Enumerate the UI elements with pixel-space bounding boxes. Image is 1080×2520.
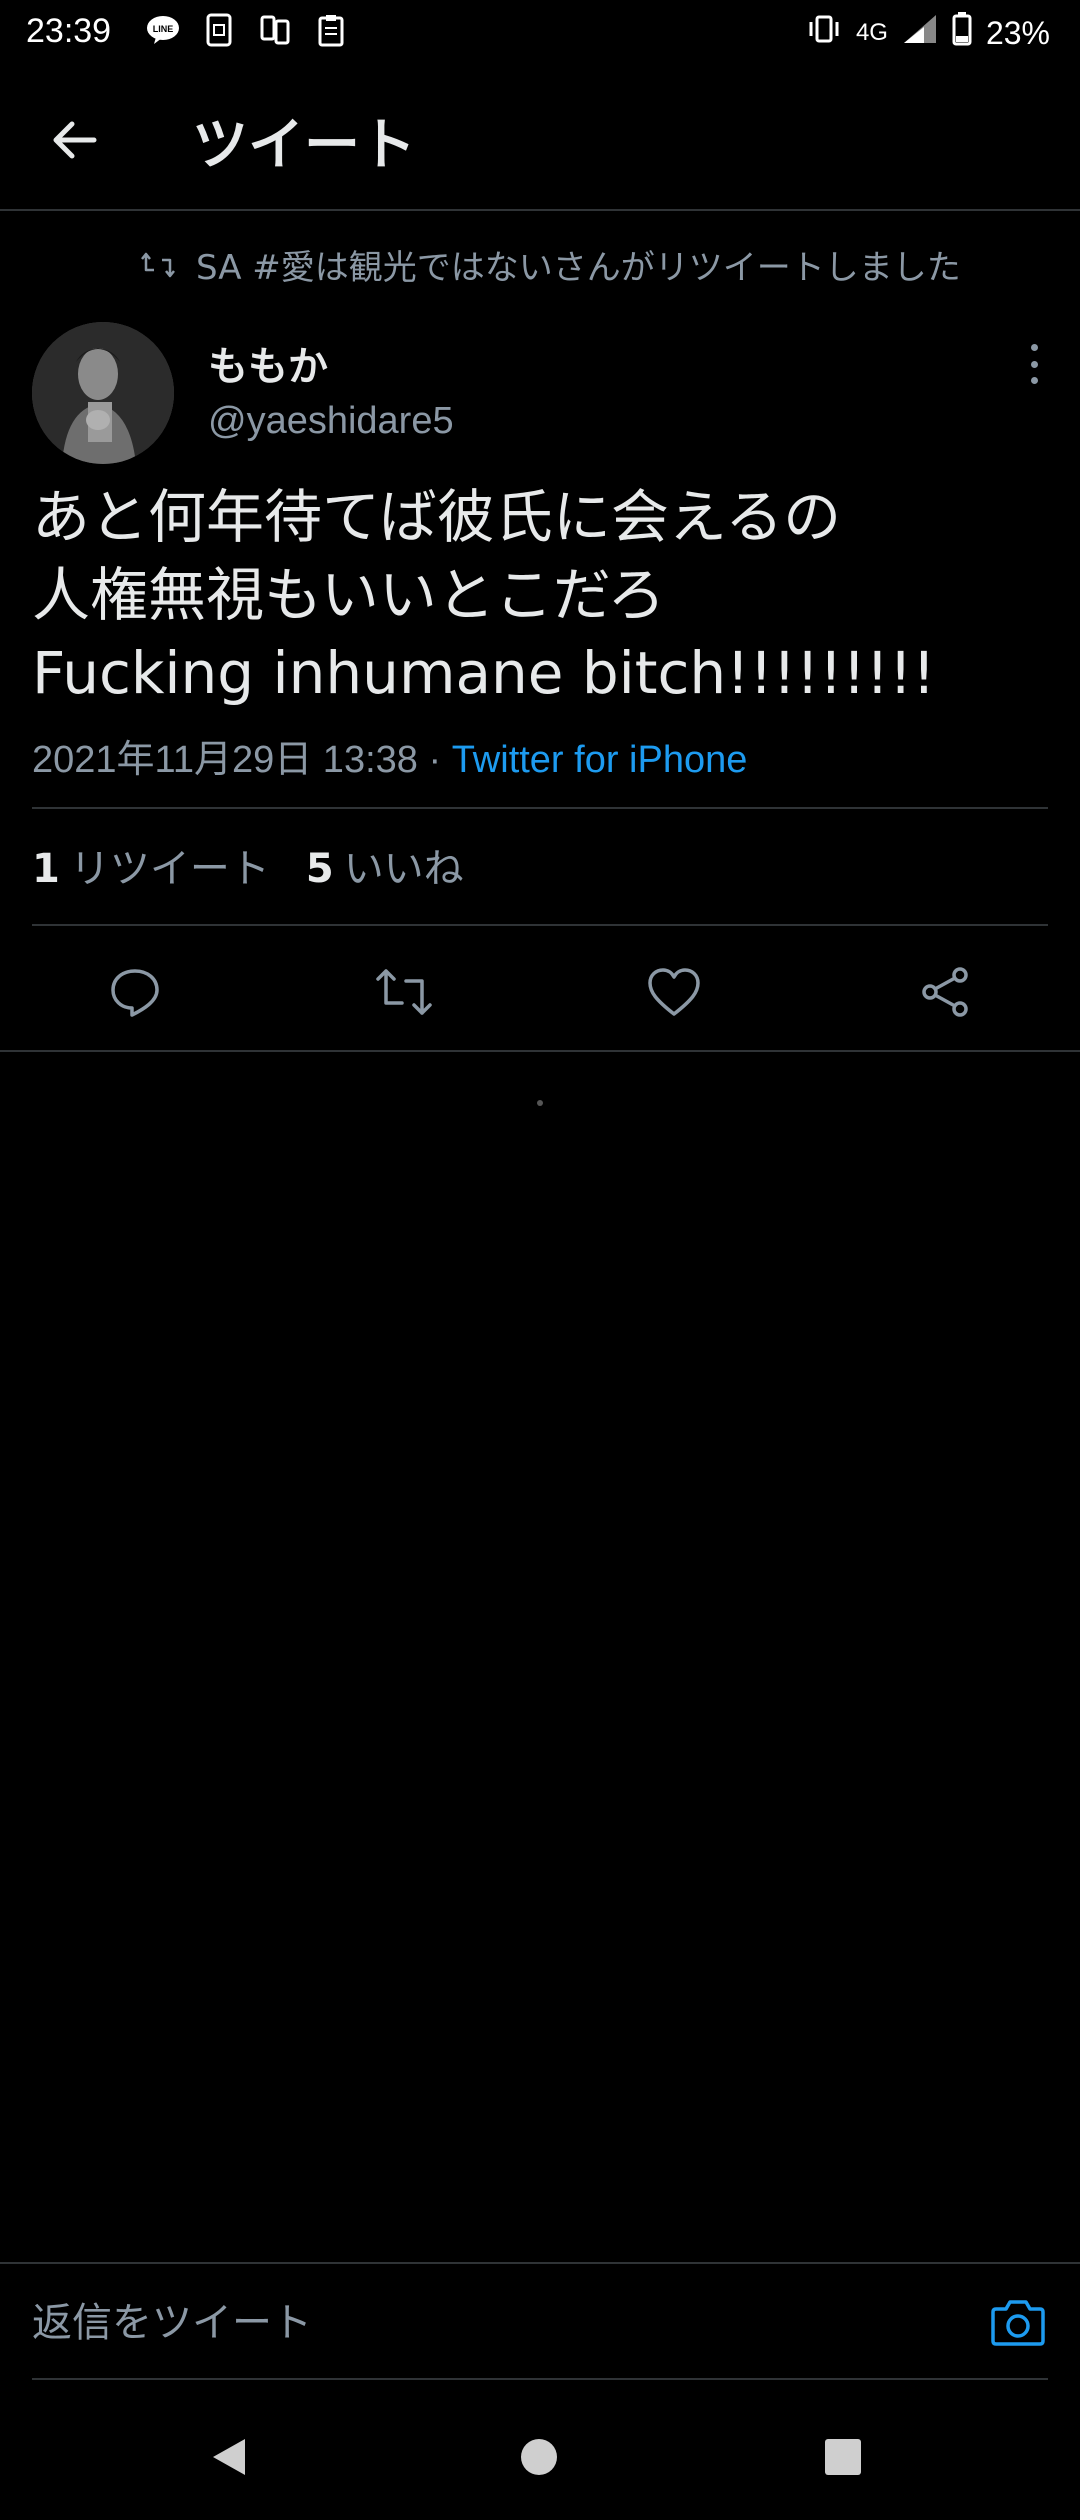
svg-text:LINE: LINE	[153, 24, 174, 34]
likes-stat[interactable]: 5 いいね	[306, 836, 464, 894]
vibrate-icon	[806, 14, 842, 52]
notification-icons: LINE	[145, 12, 349, 48]
reply-input[interactable]: 返信をツイート	[32, 2290, 312, 2348]
reply-icon	[111, 969, 159, 1017]
tweet-stats: 1 リツイート 5 いいね	[32, 836, 464, 894]
like-button[interactable]	[644, 962, 704, 1022]
action-bar	[0, 940, 1080, 1040]
author-name[interactable]: ももか	[208, 334, 328, 392]
likes-label: いいね	[343, 846, 464, 892]
line-icon: LINE	[145, 12, 181, 48]
share-icon	[922, 967, 968, 1017]
more-options-button[interactable]	[1024, 344, 1044, 384]
tweet-timestamp: 2021年11月29日 13:38	[32, 739, 418, 781]
avatar[interactable]	[32, 322, 174, 464]
reply-bottom-divider	[32, 2378, 1048, 2380]
tweet-text: あと何年待てば彼氏に会えるの 人権無視もいいとこだろ Fucking inhum…	[32, 483, 936, 707]
actions-divider	[0, 1050, 1080, 1052]
retweet-small-icon	[141, 252, 175, 277]
like-icon	[648, 968, 700, 1016]
nav-home-icon	[521, 2439, 557, 2475]
more-dot	[1030, 377, 1038, 384]
battery-icon	[952, 12, 972, 54]
nav-recents-icon	[825, 2439, 861, 2475]
reply-button[interactable]	[105, 962, 165, 1022]
share-button[interactable]	[915, 962, 975, 1022]
retweet-context[interactable]: SA #愛は観光ではないさんがリツイートしました	[140, 240, 961, 289]
author-handle[interactable]: @yaeshidare5	[208, 400, 454, 443]
tweet-meta: 2021年11月29日 13:38 · Twitter for iPhone	[32, 728, 747, 783]
tweet-detail-screen: 23:39 LINE 4G 23% ツイート SA #愛は観光ではないさんがリツ…	[0, 0, 1080, 2520]
camera-icon	[991, 2300, 1045, 2346]
sim-icon	[201, 12, 237, 48]
tether-icon	[257, 12, 293, 48]
signal-icon	[902, 13, 938, 53]
system-nav-bar	[0, 2396, 1080, 2520]
back-button[interactable]	[42, 108, 106, 172]
tweet-source-link[interactable]: Twitter for iPhone	[452, 739, 748, 781]
page-title: ツイート	[192, 113, 416, 178]
retweet-button[interactable]	[374, 962, 434, 1022]
likes-count: 5	[305, 846, 334, 892]
reply-composer: 返信をツイート	[0, 2262, 1080, 2380]
status-bar: 23:39 LINE 4G 23%	[0, 0, 1080, 64]
nav-recents-button[interactable]	[818, 2432, 868, 2482]
retweet-context-text: SA #愛は観光ではないさんがリツイートしました	[196, 248, 961, 288]
more-dot	[1030, 344, 1038, 351]
retweets-label: リツイート	[69, 846, 270, 892]
header-divider	[0, 209, 1080, 211]
loading-indicator	[537, 1100, 543, 1106]
retweets-stat[interactable]: 1 リツイート	[32, 836, 270, 894]
retweet-icon	[376, 969, 432, 1015]
retweets-count: 1	[32, 846, 60, 892]
camera-button[interactable]	[988, 2292, 1048, 2352]
back-arrow-icon	[53, 121, 97, 159]
stats-divider	[32, 924, 1048, 926]
nav-back-icon	[213, 2439, 245, 2475]
battery-percent: 23%	[985, 14, 1050, 51]
network-type: 4G	[855, 19, 888, 46]
meta-separator: ·	[417, 739, 452, 781]
nav-back-button[interactable]	[204, 2432, 254, 2482]
more-dot	[1030, 360, 1038, 368]
meta-divider	[32, 807, 1048, 809]
top-app-bar: ツイート	[0, 70, 1080, 210]
status-time: 23:39	[26, 12, 112, 50]
system-indicators: 4G 23%	[806, 12, 1050, 54]
nav-home-button[interactable]	[514, 2432, 564, 2482]
clipboard-icon	[313, 12, 349, 48]
